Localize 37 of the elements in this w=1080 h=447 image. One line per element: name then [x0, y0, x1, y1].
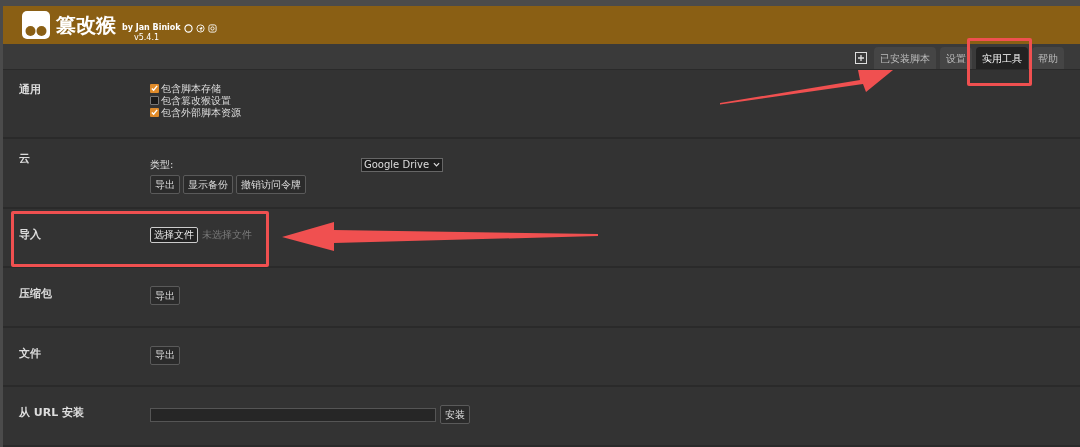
url-input[interactable] — [150, 407, 436, 422]
section-label: 通用 — [18, 82, 42, 98]
section-label: 导入 — [18, 226, 42, 243]
tab[interactable]: 已安装脚本 — [874, 47, 936, 69]
instagram-icon — [207, 23, 217, 33]
action-button[interactable]: 导出 — [150, 175, 180, 195]
tab[interactable]: 设置 — [940, 47, 972, 69]
checkbox[interactable] — [150, 83, 159, 93]
checkbox-label: 包含篡改猴设置 — [161, 94, 231, 107]
tab[interactable]: 实用工具 — [976, 47, 1028, 69]
tab[interactable]: 帮助 — [1032, 47, 1064, 69]
checkbox-label: 包含脚本存储 — [161, 81, 221, 96]
action-button[interactable]: 安装 — [440, 405, 470, 425]
action-button[interactable]: 撤销访问令牌 — [236, 175, 306, 195]
type-select[interactable]: Google Drive — [361, 157, 444, 172]
author-text: by Jan Biniok — [122, 22, 181, 33]
action-button[interactable]: 显示备份 — [183, 175, 233, 195]
section-label: 压缩包 — [18, 286, 53, 303]
file-status: 未选择文件 — [202, 228, 252, 243]
check-icon — [151, 108, 158, 116]
chevron-down-icon — [433, 162, 441, 168]
checkbox[interactable] — [150, 107, 159, 117]
section-label: 从 URL 安装 — [18, 405, 86, 422]
choose-file-button[interactable]: 选择文件 — [150, 226, 198, 243]
app-title: 篡改猴 — [56, 15, 116, 35]
logo-icon — [22, 11, 50, 39]
section-label: 云 — [18, 151, 31, 168]
action-button[interactable]: 导出 — [150, 345, 180, 365]
type-label: 类型: — [150, 158, 175, 173]
section-label: 文件 — [18, 345, 42, 362]
checkbox-label: 包含外部脚本资源 — [161, 106, 241, 120]
version-text: v5.4.1 — [133, 34, 161, 42]
check-icon — [151, 84, 158, 92]
highlight-frame — [967, 38, 1032, 86]
checkbox[interactable] — [150, 95, 159, 105]
action-button[interactable]: 导出 — [150, 286, 180, 306]
add-script-icon[interactable] — [852, 49, 870, 67]
